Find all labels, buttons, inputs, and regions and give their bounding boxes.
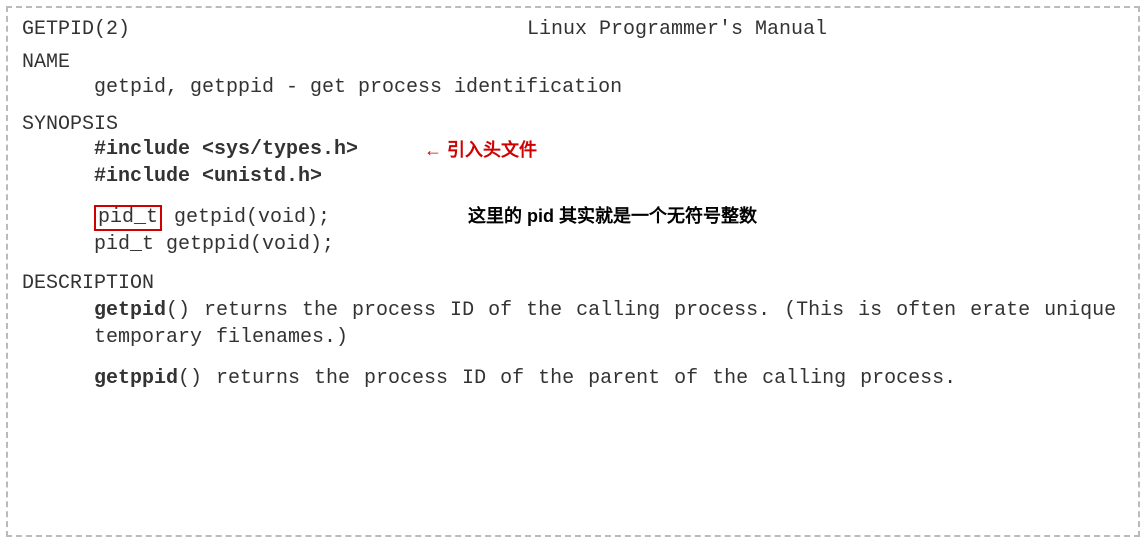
getppid-description-text: () returns the process ID of the parent … [178,367,956,390]
section-synopsis-label: SYNOPSIS [22,113,1124,136]
prototype-getpid: pid_t getpid(void); [94,204,424,231]
include-sys-types: #include <sys/types.h> [94,136,424,163]
description-getppid: getppid() returns the process ID of the … [22,365,1124,392]
prototype-row: pid_t getpid(void); pid_t getppid(void);… [94,204,1124,258]
pid-t-highlight: pid_t [94,205,162,231]
section-name-label: NAME [22,51,1124,74]
includes-row: #include <sys/types.h> #include <unistd.… [94,136,1124,190]
prototype-getpid-rest: getpid(void); [162,206,330,229]
description-getpid: getpid() returns the process ID of the c… [22,297,1124,351]
annotation-include-note: ← 引入头文件 [424,136,537,162]
header-section-number: GETPID(2) [22,18,527,41]
section-description-label: DESCRIPTION [22,272,1124,295]
name-text: getpid, getppid - get process identifica… [22,74,1124,101]
getpid-fn-name: getpid [94,299,166,322]
include-unistd: #include <unistd.h> [94,163,424,190]
manpage-header: GETPID(2) Linux Programmer's Manual [22,18,1124,41]
manpage-container: GETPID(2) Linux Programmer's Manual NAME… [6,6,1140,537]
annotation-pid-note: 这里的 pid 其实就是一个无符号整数 [424,204,757,228]
header-manual-title: Linux Programmer's Manual [527,18,1124,41]
prototype-getppid: pid_t getppid(void); [94,231,424,258]
getppid-fn-name: getppid [94,367,178,390]
getpid-description-text: () returns the process ID of the calling… [94,299,1116,349]
